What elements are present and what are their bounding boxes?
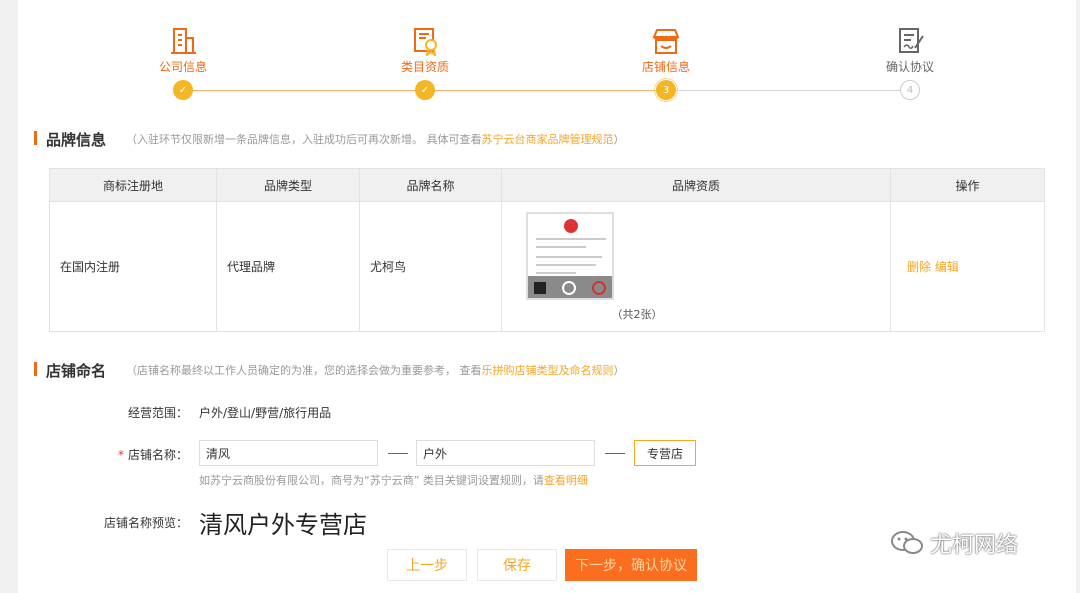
- brand-section-title: 品牌信息: [46, 131, 107, 149]
- previous-step-button[interactable]: 上一步: [387, 549, 467, 581]
- column-header: 操作: [890, 168, 1045, 202]
- column-header: 商标注册地: [49, 168, 217, 202]
- store-name-preview: 清风户外专营店: [199, 511, 367, 539]
- store-section-note: （店铺名称最终以工作人员确定的为准，您的选择会做为重要参考， 查看乐拼购店铺类型…: [126, 364, 625, 377]
- scope-value: 户外/登山/野营/旅行用品: [199, 406, 332, 420]
- certificate-icon: [414, 28, 437, 56]
- seal-icon: [564, 218, 578, 233]
- store-icon: [652, 29, 680, 54]
- separator-dash: [605, 453, 625, 454]
- separator-dash: [388, 453, 408, 454]
- wechat-icon: [891, 531, 923, 554]
- step-check-icon: ✓: [173, 80, 193, 100]
- store-name-hint: 如苏宁云商股份有限公司，商号为“苏宁云商” 类目关键词设置规则，请查看明细: [199, 474, 588, 487]
- naming-rules-link[interactable]: 乐拼购店铺类型及命名规则: [482, 364, 614, 377]
- store-name-prefix-input[interactable]: [199, 440, 378, 466]
- step-number-badge: 4: [900, 80, 920, 100]
- view-details-link[interactable]: 查看明细: [544, 474, 588, 487]
- table-row: 在国内注册 代理品牌 尤柯鸟 （共2张） 删除 编辑: [49, 201, 1045, 332]
- brand-rules-link[interactable]: 苏宁云台商家品牌管理规范: [482, 133, 614, 146]
- edit-link[interactable]: 编辑: [935, 260, 959, 274]
- actions-cell: 删除 编辑: [890, 201, 1045, 332]
- step-company-info: 公司信息: [138, 26, 228, 74]
- registration-cell: 在国内注册: [49, 201, 217, 332]
- brand-name-cell: 尤柯鸟: [359, 201, 502, 332]
- column-header: 品牌名称: [359, 168, 502, 202]
- step-label: 店铺信息: [641, 60, 690, 74]
- watermark: 尤柯网络: [890, 527, 1018, 559]
- agreement-icon: [899, 28, 924, 53]
- qualification-cell: （共2张）: [501, 201, 891, 332]
- delete-link[interactable]: 删除: [907, 260, 931, 274]
- trademark-certificate-thumbnail[interactable]: [526, 211, 614, 300]
- section-marker: [34, 362, 37, 376]
- building-icon: [171, 28, 196, 54]
- step-label: 确认协议: [885, 60, 934, 74]
- column-header: 品牌资质: [501, 168, 891, 202]
- step-check-icon: ✓: [415, 80, 435, 100]
- step-category-qualification: 类目资质: [380, 26, 470, 74]
- store-section-title: 店铺命名: [46, 362, 107, 380]
- step-confirm-agreement: 确认协议: [865, 26, 955, 74]
- qualification-count: （共2张）: [611, 307, 663, 321]
- store-name-category-input[interactable]: [416, 440, 595, 466]
- stamp-icon: [562, 280, 576, 295]
- step-number-badge: 3: [656, 80, 676, 100]
- step-label: 公司信息: [158, 60, 207, 74]
- store-type-suffix-button[interactable]: 专营店: [634, 440, 696, 466]
- page-panel: 公司信息 类目资质 店铺信息 确认协议 ✓ ✓ 3 4 品牌信息 （入驻环节仅限…: [18, 0, 1076, 593]
- qr-code-icon: [534, 281, 546, 294]
- brand-table: 商标注册地 品牌类型 品牌名称 品牌资质 操作 在国内注册 代理品牌 尤柯鸟 （…: [49, 168, 1045, 332]
- save-button[interactable]: 保存: [477, 549, 557, 581]
- step-label: 类目资质: [400, 60, 449, 74]
- brand-type-cell: 代理品牌: [216, 201, 360, 332]
- stamp-icon: [592, 280, 606, 295]
- step-store-info: 店铺信息: [621, 26, 711, 74]
- required-marker: *: [117, 448, 124, 462]
- next-step-button[interactable]: 下一步，确认协议: [565, 549, 697, 581]
- scope-label: 经营范围：: [127, 406, 188, 420]
- preview-label: 店铺名称预览：: [103, 516, 188, 530]
- store-name-label: * 店铺名称：: [117, 448, 188, 462]
- brand-section-note: （入驻环节仅限新增一条品牌信息，入驻成功后可再次新增。 具体可查看苏宁云台商家品…: [126, 133, 625, 146]
- column-header: 品牌类型: [216, 168, 360, 202]
- section-marker: [34, 131, 37, 145]
- progress-line-todo: [673, 90, 910, 91]
